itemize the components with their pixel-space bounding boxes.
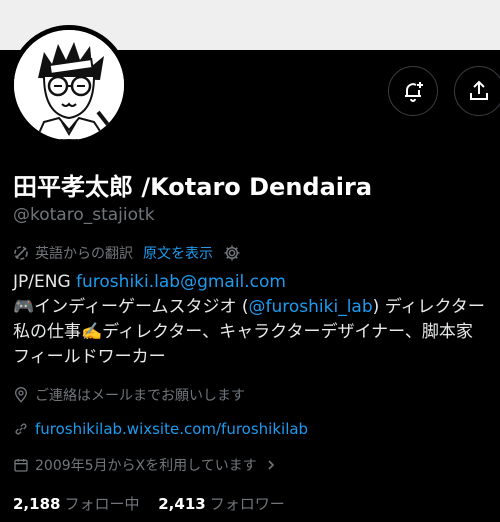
bio-line-3: 私の仕事✍️ディレクター、キャラクターデザイナー、脚本家 (13, 322, 473, 342)
following-count: 2,188 (13, 495, 61, 513)
notify-button[interactable] (388, 66, 438, 116)
profile-bio: JP/ENG furoshiki.lab@gmail.com 🎮インディーゲーム… (13, 270, 497, 370)
show-original-link[interactable]: 原文を表示 (143, 243, 213, 263)
avatar[interactable] (9, 25, 129, 145)
gear-icon[interactable] (223, 244, 241, 262)
user-handle: @kotaro_stajiotk (13, 205, 155, 225)
bio-line-2: 🎮インディーゲームスタジオ (@furoshiki_lab) ディレクター (13, 297, 485, 317)
following-stat[interactable]: 2,188 フォロー中 (13, 495, 144, 513)
display-name: 田平孝太郎 /Kotaro Dendaira (13, 173, 373, 201)
bio-line-4: フィールドワーカー (13, 347, 166, 367)
bell-plus-icon (405, 82, 423, 102)
link-icon (15, 423, 27, 435)
followers-count: 2,413 (158, 495, 206, 513)
share-icon (470, 80, 488, 100)
calendar-icon (14, 459, 28, 472)
following-label: フォロー中 (64, 495, 140, 513)
location-pin-icon (14, 387, 28, 403)
follow-stats: 2,188 フォロー中 2,413 フォロワー (13, 493, 285, 514)
followers-stat[interactable]: 2,413 フォロワー (158, 495, 284, 513)
translation-note: 英語からの翻訳 (35, 246, 133, 262)
followers-label: フォロワー (209, 495, 285, 513)
email-link[interactable]: furoshiki.lab@gmail.com (76, 272, 286, 292)
translate-icon (14, 246, 28, 260)
website-link[interactable]: furoshikilab.wixsite.com/furoshikilab (35, 420, 308, 438)
translation-bar: 英語からの翻訳 原文を表示 (13, 243, 241, 263)
chevron-right-icon (268, 460, 274, 470)
profile-joined[interactable]: 2009年5月からXを利用しています (13, 455, 283, 475)
avatar-illustration (14, 30, 124, 140)
bio-line-1: JP/ENG furoshiki.lab@gmail.com (13, 272, 286, 292)
profile-website[interactable]: furoshikilab.wixsite.com/furoshikilab (13, 420, 308, 438)
mention-link[interactable]: @furoshiki_lab (249, 297, 373, 317)
profile-location: ご連絡はメールまでお願いします (13, 385, 245, 405)
share-button[interactable] (454, 66, 500, 116)
